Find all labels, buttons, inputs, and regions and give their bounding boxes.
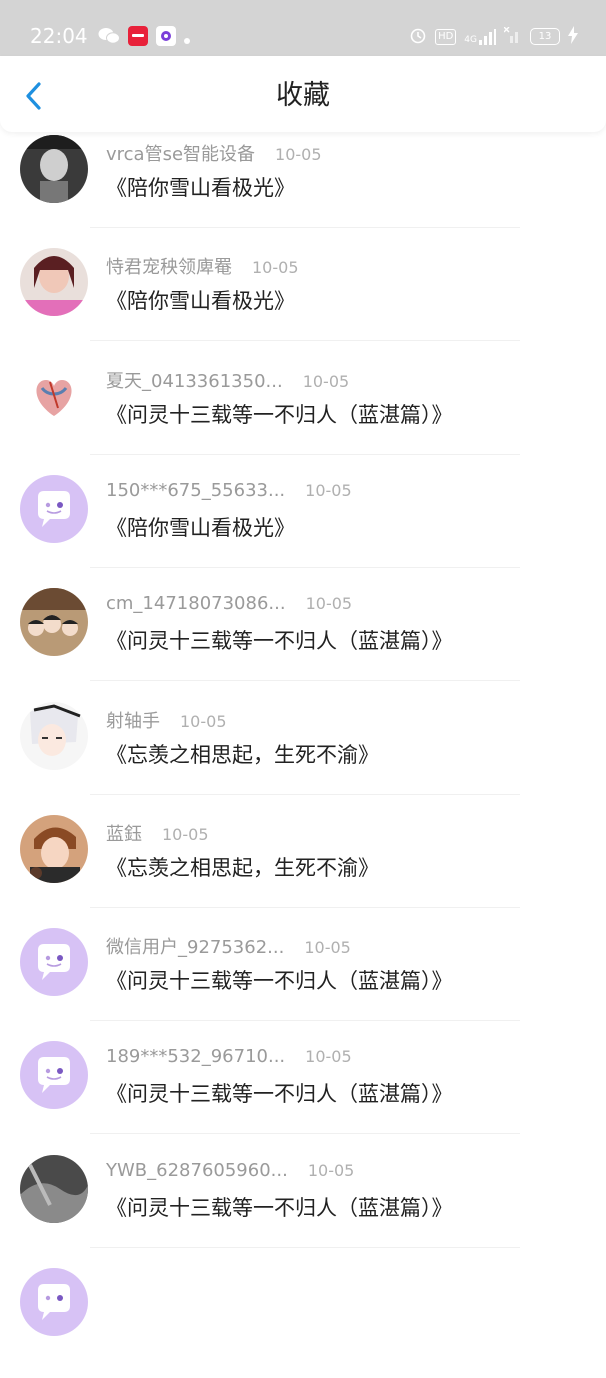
item-date: 10-05: [162, 824, 209, 844]
page-title: 收藏: [276, 80, 330, 111]
item-title[interactable]: 《陪你雪山看极光》: [106, 285, 295, 315]
user-name: 射轴手: [106, 710, 160, 732]
divider: [90, 1133, 520, 1135]
list-item[interactable]: cm_14718073086... 10-05 《问灵十三载等一不归人（蓝湛篇）…: [0, 585, 606, 698]
status-right-icons: HD 4G 13: [409, 26, 578, 47]
network-label: 4G: [464, 34, 477, 45]
hd-icon: HD: [435, 28, 457, 45]
avatar[interactable]: [20, 361, 88, 430]
avatar[interactable]: [20, 814, 88, 883]
user-name: 恃君宠秧领庳罨: [106, 257, 232, 279]
avatar[interactable]: [20, 928, 88, 997]
item-date: 10-05: [305, 480, 352, 500]
status-time: 22:04: [30, 24, 88, 48]
divider: [90, 1020, 520, 1022]
avatar[interactable]: [20, 248, 88, 317]
item-meta: vrca管se智能设备 10-05: [106, 140, 322, 166]
item-meta: 恃君宠秧领庳罨 10-05: [106, 253, 299, 279]
charging-icon: [568, 26, 578, 47]
item-meta: YWB_6287605960... 10-05: [106, 1160, 354, 1181]
item-meta: cm_14718073086... 10-05: [106, 593, 352, 614]
user-name: vrca管se智能设备: [106, 144, 256, 165]
user-name: 189***532_96710...: [106, 1046, 286, 1068]
avatar[interactable]: [20, 1154, 88, 1223]
item-title[interactable]: 《忘羡之相思起，生死不渝》: [106, 739, 379, 769]
item-title[interactable]: 《问灵十三载等一不归人（蓝湛篇）》: [106, 1078, 453, 1108]
item-title[interactable]: 《陪你雪山看极光》: [106, 172, 295, 202]
item-title[interactable]: 《陪你雪山看极光》: [106, 512, 295, 542]
list-item[interactable]: 恃君宠秧领庳罨 10-05 《陪你雪山看极光》: [0, 245, 606, 358]
avatar[interactable]: [20, 474, 88, 543]
app-icon: [156, 26, 176, 50]
item-date: 10-05: [302, 371, 350, 391]
user-name: 夏天_0413361350...: [106, 370, 283, 392]
avatar[interactable]: [20, 1268, 88, 1336]
user-name: 150***675_55633...: [106, 479, 286, 501]
divider: [90, 1246, 520, 1248]
chat-bubble-icon: [20, 1041, 88, 1110]
item-date: 10-05: [307, 1160, 355, 1180]
chat-bubble-icon: [20, 474, 88, 543]
item-meta: 蓝鈺 10-05: [106, 820, 209, 846]
avatar[interactable]: [20, 135, 88, 203]
item-date: 10-05: [305, 594, 353, 614]
avatar[interactable]: [20, 701, 88, 770]
avatar[interactable]: [20, 588, 88, 657]
avatar[interactable]: [20, 1041, 88, 1110]
battery-icon: 13: [530, 28, 560, 45]
list-item[interactable]: vrca管se智能设备 10-05 《陪你雪山看极光》: [0, 132, 606, 245]
alarm-icon: [409, 26, 427, 47]
divider: [90, 453, 520, 455]
dot-icon: [184, 29, 190, 48]
status-bar: 22:04 HD 4G 13: [0, 0, 606, 56]
item-title[interactable]: 《问灵十三载等一不归人（蓝湛篇）》: [106, 625, 453, 655]
list-item[interactable]: 150***675_55633... 10-05 《陪你雪山看极光》: [0, 472, 606, 585]
item-title[interactable]: 《忘羡之相思起，生死不渝》: [106, 852, 379, 882]
list-item[interactable]: 189***532_96710... 10-05 《问灵十三载等一不归人（蓝湛篇…: [0, 1038, 606, 1151]
no-signal-icon: [503, 26, 522, 46]
list-item[interactable]: 夏天_0413361350... 10-05 《问灵十三载等一不归人（蓝湛篇）》: [0, 359, 606, 472]
chat-bubble-icon: [20, 928, 88, 997]
list-item[interactable]: YWB_6287605960... 10-05 《问灵十三载等一不归人（蓝湛篇）…: [0, 1152, 606, 1265]
item-title[interactable]: 《问灵十三载等一不归人（蓝湛篇）》: [106, 399, 453, 429]
item-meta: 夏天_0413361350... 10-05: [106, 367, 349, 393]
user-name: 微信用户_9275362...: [106, 937, 285, 959]
divider: [90, 227, 520, 228]
divider: [90, 340, 520, 342]
user-name: 蓝鈺: [106, 823, 142, 845]
user-name: cm_14718073086...: [106, 593, 286, 615]
item-title[interactable]: 《问灵十三载等一不归人（蓝湛篇）》: [106, 1192, 453, 1222]
status-left-icons: [98, 26, 190, 50]
item-date: 10-05: [275, 145, 322, 164]
divider: [90, 906, 520, 908]
divider: [90, 680, 520, 682]
signal-icon: 4G: [464, 28, 496, 45]
user-name: YWB_6287605960...: [106, 1159, 288, 1181]
item-meta: 射轴手 10-05: [106, 707, 227, 733]
item-date: 10-05: [304, 938, 351, 958]
list-item[interactable]: 射轴手 10-05 《忘羡之相思起，生死不渝》: [0, 699, 606, 812]
divider: [90, 793, 520, 795]
item-meta: 189***532_96710... 10-05: [106, 1046, 352, 1067]
wechat-icon: [98, 27, 120, 49]
item-date: 10-05: [305, 1047, 352, 1067]
item-date: 10-05: [180, 711, 227, 731]
divider: [90, 566, 520, 568]
chat-bubble-icon: [20, 1268, 88, 1336]
xiaohongshu-icon: [128, 26, 148, 50]
item-meta: 微信用户_9275362... 10-05: [106, 933, 351, 959]
list-item[interactable]: [0, 1265, 606, 1378]
list-item[interactable]: 微信用户_9275362... 10-05 《问灵十三载等一不归人（蓝湛篇）》: [0, 925, 606, 1038]
list-item[interactable]: 蓝鈺 10-05 《忘羡之相思起，生死不渝》: [0, 812, 606, 925]
nav-bar: 收藏: [0, 56, 606, 132]
item-date: 10-05: [252, 258, 299, 278]
item-meta: 150***675_55633... 10-05: [106, 480, 352, 501]
item-title[interactable]: 《问灵十三载等一不归人（蓝湛篇）》: [106, 965, 453, 995]
